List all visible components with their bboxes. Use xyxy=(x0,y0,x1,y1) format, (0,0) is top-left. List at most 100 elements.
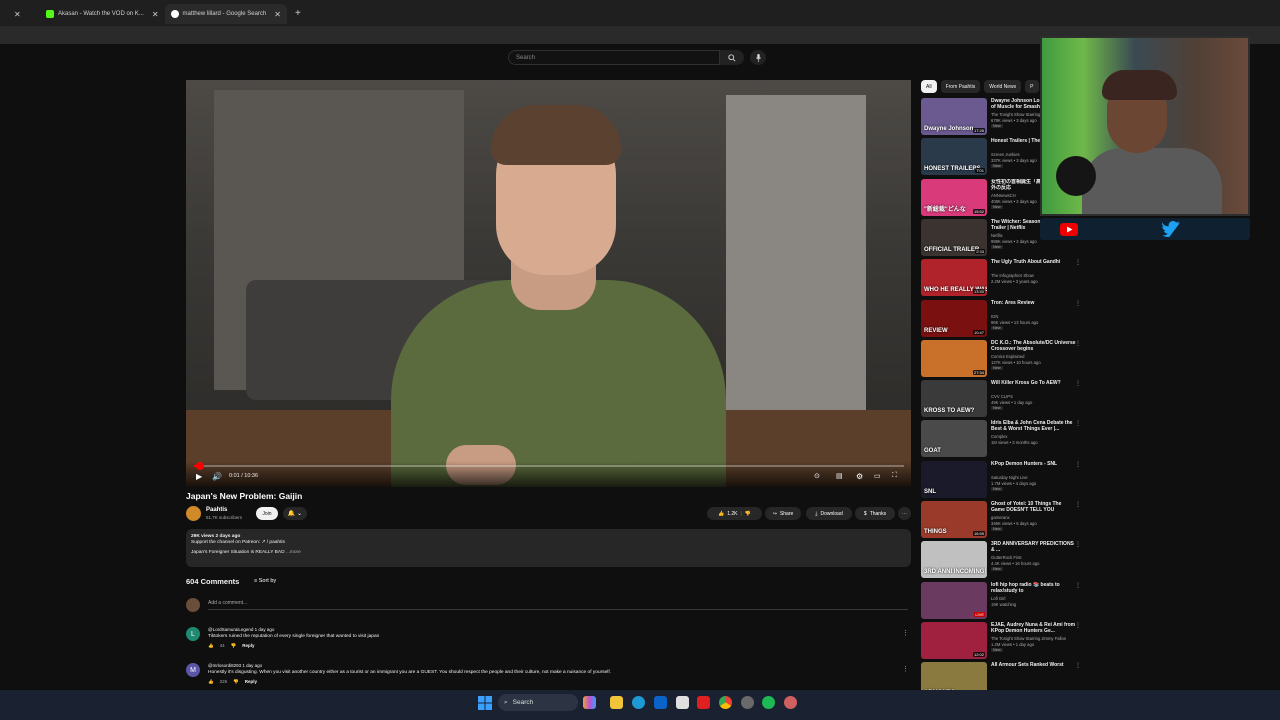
video-menu-icon[interactable]: ⋮ xyxy=(1075,380,1081,387)
video-title[interactable]: Will Killer Kross Go To AEW? xyxy=(991,380,1076,386)
video-thumbnail[interactable]: 27:34 xyxy=(921,339,987,377)
chip-all[interactable]: All xyxy=(921,80,937,93)
video-title[interactable]: KPop Demon Hunters - SNL xyxy=(991,461,1076,467)
video-title[interactable]: 3RD ANNIVERSARY PREDICTIONS & ... xyxy=(991,541,1076,553)
video-title[interactable]: DC K.O.: The Absolute/DC Universe Crosso… xyxy=(991,340,1076,352)
channel-name[interactable]: CVV CLIPS xyxy=(991,394,1083,399)
comment-menu-icon[interactable]: ⋮ xyxy=(902,665,909,673)
play-icon[interactable]: ▶ xyxy=(196,472,202,481)
video-menu-icon[interactable]: ⋮ xyxy=(1075,259,1081,266)
channel-name[interactable]: Paahtis xyxy=(206,507,227,513)
windows-start-icon[interactable] xyxy=(478,696,492,710)
video-title[interactable]: lofi hip hop radio 📚 beats to relax/stud… xyxy=(991,582,1076,594)
obs-icon[interactable] xyxy=(741,696,754,709)
volume-icon[interactable]: 🔊 xyxy=(212,472,222,481)
recommended-video[interactable]: LIVE lofi hip hop radio 📚 beats to relax/… xyxy=(921,581,1086,620)
recommended-video[interactable]: 27:34 DC K.O.: The Absolute/DC Universe C… xyxy=(921,339,1086,378)
chip-more[interactable]: P xyxy=(1025,80,1039,93)
comment-menu-icon[interactable]: ⋮ xyxy=(902,629,909,637)
channel-avatar[interactable] xyxy=(186,506,201,521)
browser-tab-1[interactable]: Akasan - Watch the VOD on K... ✕ xyxy=(40,4,165,24)
progress-bar[interactable] xyxy=(194,462,904,470)
progress-scrubber[interactable] xyxy=(196,462,204,470)
channel-name[interactable]: Saturday Night Live xyxy=(991,475,1083,480)
sort-by-button[interactable]: ≡ Sort by xyxy=(254,578,276,584)
video-thumbnail[interactable]: THINGS 16:59 xyxy=(921,501,987,538)
channel-name[interactable]: IGN xyxy=(991,314,1083,319)
calendar-icon[interactable] xyxy=(676,696,689,709)
file-explorer-icon[interactable] xyxy=(610,696,623,709)
channel-name[interactable]: Comics Explained xyxy=(991,354,1083,359)
browser-tab-2[interactable]: matthew lillard - Google Search ✕ xyxy=(164,4,287,24)
theater-mode-icon[interactable]: ▭ xyxy=(874,472,881,480)
video-menu-icon[interactable]: ⋮ xyxy=(1075,420,1081,427)
video-thumbnail[interactable]: "新総裁"どんな 15:52 xyxy=(921,178,987,216)
recommended-video[interactable]: THINGS 16:59 Ghost of Yotei: 10 Things The… xyxy=(921,501,1086,539)
video-menu-icon[interactable]: ⋮ xyxy=(1075,662,1081,669)
youtube-app-icon[interactable] xyxy=(697,696,710,709)
video-thumbnail[interactable]: REVIEW 10:47 xyxy=(921,299,987,337)
autoplay-toggle-icon[interactable]: ⊙ xyxy=(814,472,820,480)
video-title[interactable]: Ghost of Yotei: 10 Things The Game DOESN… xyxy=(991,501,1076,513)
video-thumbnail[interactable]: HONEST TRAILERS 7:01 xyxy=(921,138,987,176)
reply-button[interactable]: Reply xyxy=(242,643,254,649)
recommended-video[interactable]: 12:02 EJAE, Audrey Nuna & Rei Ami from KP… xyxy=(921,621,1086,660)
channel-name[interactable]: The Tonight Show Starring Jimmy Fallon xyxy=(991,636,1083,641)
video-thumbnail[interactable]: GOAT xyxy=(921,420,987,458)
description-box[interactable]: 29K views 2 days ago Support the channel… xyxy=(186,529,911,567)
reply-button[interactable]: Reply xyxy=(245,679,257,685)
recommended-video[interactable]: 3RD ANNI INCOMING! 3RD ANNIVERSARY PREDIC… xyxy=(921,541,1086,579)
share-button[interactable]: ↪ Share xyxy=(765,507,801,520)
commenter-handle[interactable]: @LordSamuraiLegend 1 day ago xyxy=(208,627,274,632)
browser-tab-0[interactable]: ✕ xyxy=(0,4,40,24)
recommended-video[interactable]: KROSS TO AEW? Will Killer Kross Go To AEW… xyxy=(921,380,1086,418)
notification-bell-button[interactable]: 🔔 ⌄ xyxy=(283,507,307,520)
commenter-avatar[interactable]: L xyxy=(186,627,200,641)
spotify-icon[interactable] xyxy=(762,696,775,709)
chrome-icon[interactable] xyxy=(719,696,732,709)
comment-dislike-icon[interactable]: 👎 xyxy=(233,679,239,685)
outlook-icon[interactable] xyxy=(654,696,667,709)
video-title[interactable]: EJAE, Audrey Nuna & Rei Ami from KPop De… xyxy=(991,622,1076,634)
thumbs-down-icon[interactable]: 👎 xyxy=(745,511,751,517)
video-title[interactable]: Tron: Ares Review xyxy=(991,300,1076,306)
video-menu-icon[interactable]: ⋮ xyxy=(1075,340,1081,347)
app-icon[interactable] xyxy=(784,696,797,709)
video-player[interactable]: ▶ 🔊 0:01 / 10:36 ⊙ ▤ ⚙ ▭ ⛶ xyxy=(186,80,911,487)
close-tab-icon[interactable]: ✕ xyxy=(274,10,281,19)
like-button[interactable]: 👍 1.2K | 👎 xyxy=(707,507,762,520)
search-button[interactable] xyxy=(720,50,744,65)
show-more-link[interactable]: ...more xyxy=(286,550,301,555)
video-thumbnail[interactable]: KROSS TO AEW? xyxy=(921,380,987,418)
comment-like-icon[interactable]: 👍 xyxy=(208,679,214,685)
video-menu-icon[interactable]: ⋮ xyxy=(1075,622,1081,629)
video-thumbnail[interactable]: 12:02 xyxy=(921,621,987,659)
taskbar-search[interactable]: ⌕ Search xyxy=(498,694,578,711)
video-thumbnail[interactable]: LIVE xyxy=(921,581,987,619)
video-thumbnail[interactable]: Dwayne Johnson 17:26 xyxy=(921,98,987,135)
channel-name[interactable]: Complex xyxy=(991,434,1083,439)
video-thumbnail[interactable]: OFFICIAL TRAILER 2:33 xyxy=(921,218,987,256)
video-title[interactable]: All Armour Sets Ranked Worst xyxy=(991,662,1076,668)
new-tab-button[interactable]: + xyxy=(295,8,301,19)
video-menu-icon[interactable]: ⋮ xyxy=(1075,582,1081,589)
subtitles-icon[interactable]: ▤ xyxy=(836,472,843,480)
commenter-handle[interactable]: @mrlosordi8293 1 day ago xyxy=(208,663,262,668)
channel-name[interactable]: gameranx xyxy=(991,515,1083,520)
video-title[interactable]: The Ugly Truth About Gandhi xyxy=(991,259,1076,265)
recommended-video[interactable]: REVIEW 10:47 Tron: Ares Review IGN 96K views… xyxy=(921,299,1086,338)
voice-search-button[interactable] xyxy=(750,50,766,65)
close-tab-icon[interactable]: ✕ xyxy=(152,10,159,19)
join-button[interactable]: Join xyxy=(256,507,278,520)
chip-from-channel[interactable]: From Paahtis xyxy=(940,80,981,93)
download-button[interactable]: ⤓ Download xyxy=(806,507,852,520)
video-menu-icon[interactable]: ⋮ xyxy=(1075,300,1081,307)
comment-dislike-icon[interactable]: 👎 xyxy=(231,643,237,649)
video-menu-icon[interactable]: ⋮ xyxy=(1075,501,1081,508)
channel-name[interactable]: GutterRock First xyxy=(991,555,1083,560)
video-menu-icon[interactable]: ⋮ xyxy=(1075,461,1081,468)
widgets-icon[interactable] xyxy=(583,696,596,709)
video-title[interactable]: Idris Elba & John Cena Debate the Best &… xyxy=(991,420,1076,432)
channel-name[interactable]: Lofi Girl xyxy=(991,596,1083,601)
settings-gear-icon[interactable]: ⚙ xyxy=(856,472,863,481)
